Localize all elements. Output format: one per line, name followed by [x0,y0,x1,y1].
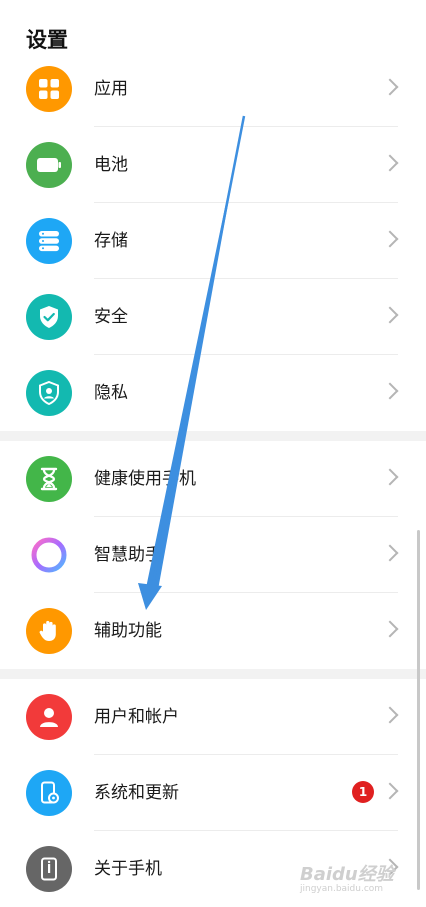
settings-item-label: 应用 [94,79,128,99]
storage-icon [26,218,72,264]
chevron-right-icon [381,230,399,248]
privacy-shield-icon [26,370,72,416]
settings-item-label: 用户和帐户 [94,707,179,727]
watermark: Baidu经验 jingyan.baidu.com [300,860,394,894]
scrollbar[interactable] [417,530,420,890]
settings-item-storage[interactable]: 存储 [0,203,426,279]
settings-item-label: 辅助功能 [94,621,162,641]
settings-group-1: 应用 电池 存储 安全 隐私 [0,51,426,431]
settings-item-digital-balance[interactable]: 健康使用手机 [0,441,426,517]
settings-item-battery[interactable]: 电池 [0,127,426,203]
hand-icon [26,608,72,654]
chevron-right-icon [381,154,399,172]
chevron-right-icon [381,706,399,724]
settings-item-users-accounts[interactable]: 用户和帐户 [0,679,426,755]
settings-item-label: 关于手机 [94,859,162,879]
hourglass-icon [26,456,72,502]
settings-item-label: 健康使用手机 [94,469,196,489]
user-icon [26,694,72,740]
chevron-right-icon [381,620,399,638]
chevron-right-icon [381,382,399,400]
settings-item-system-update[interactable]: 系统和更新 1 [0,755,426,831]
settings-item-smart-assistant[interactable]: 智慧助手 [0,517,426,593]
chevron-right-icon [381,468,399,486]
chevron-right-icon [381,306,399,324]
battery-icon [26,142,72,188]
section-separator [0,669,426,679]
settings-item-label: 智慧助手 [94,545,162,565]
page-title: 设置 [26,28,68,52]
settings-item-label: 隐私 [94,383,128,403]
settings-item-privacy[interactable]: 隐私 [0,355,426,431]
section-separator [0,431,426,441]
phone-info-icon [26,846,72,892]
notification-badge: 1 [352,781,374,803]
chevron-right-icon [381,544,399,562]
shield-check-icon [26,294,72,340]
settings-item-accessibility[interactable]: 辅助功能 [0,593,426,669]
watermark-text: Baidu经验 [300,864,394,885]
settings-item-label: 安全 [94,307,128,327]
phone-settings-icon [26,770,72,816]
chevron-right-icon [381,78,399,96]
settings-item-label: 电池 [94,155,128,175]
chevron-right-icon [381,782,399,800]
settings-item-security[interactable]: 安全 [0,279,426,355]
apps-icon [26,66,72,112]
assistant-ring-icon [26,532,72,578]
settings-item-apps[interactable]: 应用 [0,51,426,127]
settings-item-label: 存储 [94,231,128,251]
settings-group-2: 健康使用手机 智慧助手 辅助功能 [0,441,426,669]
watermark-sub: jingyan.baidu.com [300,884,384,894]
settings-item-label: 系统和更新 [94,783,179,803]
